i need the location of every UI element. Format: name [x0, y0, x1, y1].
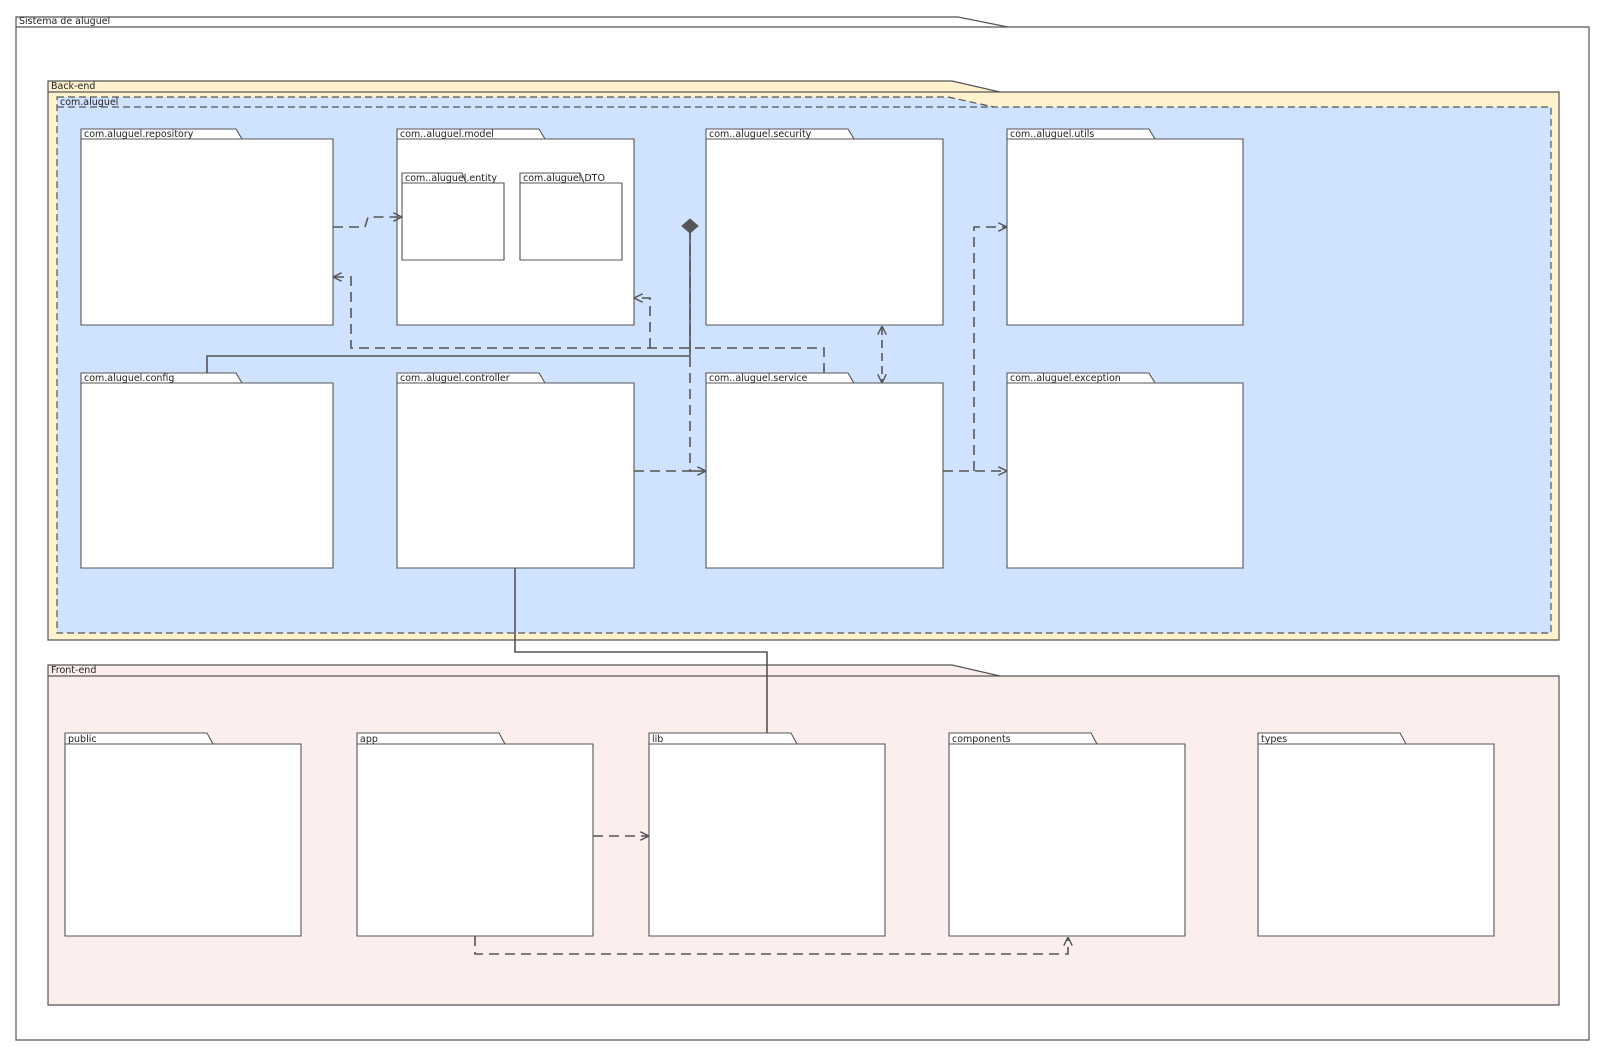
package-public: public	[64, 732, 302, 937]
package-config: com.aluguel.config	[80, 372, 334, 569]
backend-title: Back-end	[51, 81, 95, 92]
package-exception-label: com..aluguel.exception	[1010, 373, 1121, 384]
package-repository: com.aluguel.repository	[80, 128, 334, 326]
package-security: com..aluguel.security	[705, 128, 944, 326]
package-security-label: com..aluguel.security	[709, 129, 812, 140]
system-title: Sistema de aluguel	[19, 16, 110, 27]
package-lib-label: lib	[652, 734, 663, 745]
package-utils-label: com..aluguel.utils	[1010, 129, 1094, 140]
package-diagram: Sistema de aluguel Back-end com.aluguel …	[15, 16, 1590, 1041]
package-components-label: components	[952, 734, 1011, 745]
package-repository-label: com.aluguel.repository	[84, 129, 194, 140]
package-app-label: app	[360, 734, 378, 745]
package-public-label: public	[68, 734, 97, 745]
package-dto-label: com.aluguel.DTO	[523, 173, 605, 184]
package-types-label: types	[1261, 734, 1287, 745]
package-model-label: com..aluguel.model	[400, 129, 494, 140]
package-config-label: com.aluguel.config	[84, 373, 174, 384]
package-entity: com..aluguel.entity	[401, 172, 505, 261]
package-app: app	[356, 732, 594, 937]
diagram-canvas: Sistema de aluguel Back-end com.aluguel …	[0, 0, 1600, 1050]
package-service: com..aluguel.service	[705, 372, 944, 569]
package-lib: lib	[648, 732, 886, 937]
package-dto: com.aluguel.DTO	[519, 172, 623, 261]
frontend-title: Front-end	[51, 665, 96, 676]
package-components: components	[948, 732, 1186, 937]
package-types: types	[1257, 732, 1495, 937]
namespace-title: com.aluguel	[60, 97, 118, 108]
package-exception: com..aluguel.exception	[1006, 372, 1244, 569]
package-controller: com..aluguel.controller	[396, 372, 635, 569]
package-utils: com..aluguel.utils	[1006, 128, 1244, 326]
package-entity-label: com..aluguel.entity	[405, 173, 497, 184]
package-controller-label: com..aluguel.controller	[400, 373, 510, 384]
package-service-label: com..aluguel.service	[709, 373, 808, 384]
